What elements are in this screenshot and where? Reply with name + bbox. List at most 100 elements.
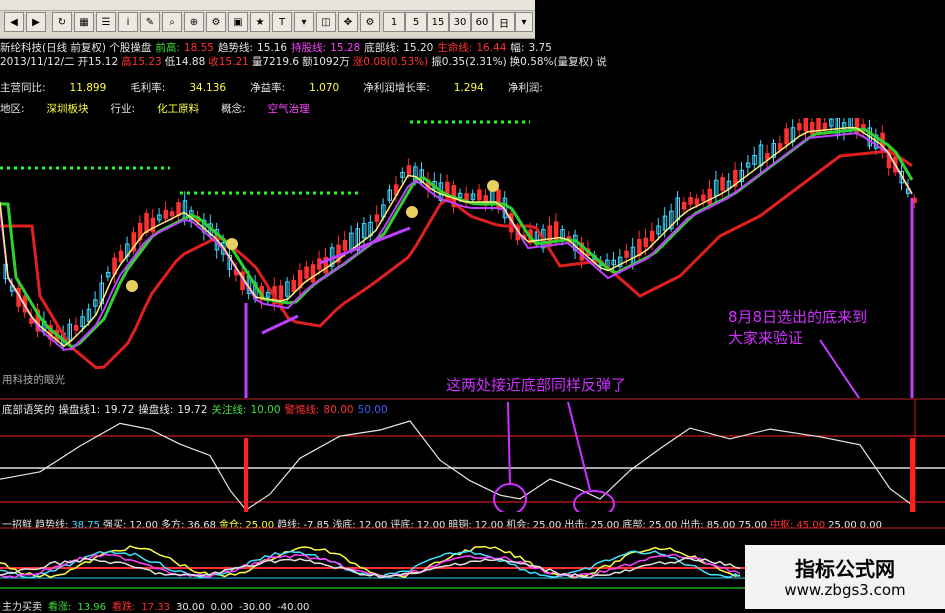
legend-item: 11.899 [69,82,107,94]
legend-item: 1.070 [309,82,340,94]
annotation-arrow [507,401,511,485]
annotation-right-line2: 大家来验证 [728,329,804,347]
back-icon[interactable]: ◀ [4,12,24,32]
legend-item: 换0.58%(量复权) [509,56,594,68]
legend-item: 15.28 [330,42,361,54]
candle-body [176,202,181,216]
bottom-indicator-legend: 主力买卖 看涨: 13.96 看跌: 17.33 30.00 0.00 -30.00 -40.0… [2,598,315,613]
candle-body [688,197,693,205]
legend-item: 操盘线: [138,404,174,416]
legend-item: 1.294 [453,82,484,94]
legend-item: 底部语笑的 [2,404,55,416]
signal-bar [910,438,915,512]
signal-bar [244,438,248,512]
legend-item: 看跌: [112,602,136,613]
legend-item: 50.00 [357,404,388,416]
oscillator-legend: 底部语笑的 操盘线1: 19.72 操盘线: 19.72 关注线: 10.00 警惕线: 80.… [2,402,392,416]
legend-item: 幅: [510,42,525,54]
candle-body [809,122,815,135]
legend-item: 新纶科技(日线 前复权) 个股操盘 [0,42,152,54]
candle-body [707,188,712,205]
candle-body [406,165,412,175]
list-icon[interactable]: ☰ [96,12,116,32]
period-5-button[interactable]: 5 [405,12,427,32]
candle-body [643,237,648,248]
oscillator-line [0,420,913,511]
period-15-button[interactable]: 15 [427,12,449,32]
candle-body [784,128,789,145]
refresh-icon[interactable]: ↻ [52,12,72,32]
search-icon[interactable]: ⌕ [162,12,182,32]
candle-body [681,201,687,210]
sector-row: 地区: 深圳板块 行业: 化工原料 概念: 空气治理 [0,101,332,115]
tool-icon[interactable]: ⚙ [206,12,226,32]
period-day-button[interactable]: 日 [493,12,515,32]
legend-item: 2013/11/12/二 [0,56,75,68]
draw-icon[interactable]: ✎ [140,12,160,32]
legend-item: 净利润: [507,82,543,94]
legend-item: 操盘线1: [58,404,101,416]
legend-item: 15.20 [403,42,434,54]
candle-body [150,217,156,233]
legend-item: 地区: [0,103,25,115]
legend-item: 警惕线: [284,404,320,416]
dropdown-icon[interactable]: ▾ [515,12,533,32]
legend-item: 19.72 [104,404,135,416]
text-icon[interactable]: T [272,12,292,32]
move-icon[interactable]: ✥ [338,12,358,32]
forward-icon[interactable]: ▶ [26,12,46,32]
candle-body [720,177,725,191]
save-icon[interactable]: ▾ [294,12,314,32]
top-toolbar: ◀ ▶ ↻ ▦ ☰ i ✎ ⌕ ⊕ ⚙ ▣ ★ T ▾ ◫ ✥ ⚙ 1 5 15… [0,0,535,39]
signal-stroke [319,226,411,265]
candle-body [304,266,309,279]
legend-item: 低14.88 [164,56,206,68]
legend-item: 底部线: [364,42,400,54]
legend-item: 收15.21 [208,56,249,68]
slogan-label: 用科技的眼光 [2,374,65,386]
candle-body [694,198,700,206]
legend-item: 34.136 [189,82,227,94]
settings-icon[interactable]: ⚙ [360,12,380,32]
info-icon[interactable]: i [118,12,138,32]
chart-icon[interactable]: ▦ [74,12,94,32]
candle-body [291,279,296,293]
quote-header-row1: 新纶科技(日线 前复权) 个股操盘 前高: 18.55 趋势线: 15.16 持股线: 15… [0,40,556,54]
smiley-icon [487,180,499,192]
legend-item: 3.75 [528,42,552,54]
legend-item: 深圳板块 [46,103,89,115]
smiley-icon [226,238,238,250]
grid-icon[interactable]: ▣ [228,12,248,32]
legend-item: 行业: [110,103,136,115]
candle-body [374,214,380,222]
fundamentals-row: 主营同比: 11.899 毛利率: 34.136 净益率: 1.070 净利润增长率: 1.2… [0,80,567,94]
period-30-button[interactable]: 30 [449,12,471,32]
zoom-icon[interactable]: ⊕ [184,12,204,32]
candle-body [342,239,348,251]
legend-item: 16.44 [476,42,507,54]
quote-header-row2: 2013/11/12/二 开15.12 高15.23 低14.88 收15.21 量721… [0,54,610,68]
legend-item: 生命线: [437,42,473,54]
menu-bar [0,0,535,11]
candlestick-chart[interactable] [0,118,945,398]
window-icon[interactable]: ◫ [316,12,336,32]
candle-body [649,230,655,242]
legend-item: 30.00 [176,602,205,613]
candle-body [73,324,79,331]
annotation-right-line1: 8月8日选出的底来到 [728,308,868,326]
mark-icon[interactable]: ★ [250,12,270,32]
legend-item: 17.33 [141,602,171,613]
legend-item: 净利润增长率: [363,82,430,94]
site-watermark: 指标公式网 www.zbgs3.com [745,545,945,609]
legend-item: 毛利率: [130,82,166,94]
legend-item: 化工原料 [157,103,200,115]
legend-item: 看涨: [48,602,72,613]
legend-item: 主力买卖 [2,602,42,613]
period-1-button[interactable]: 1 [383,12,405,32]
period-60-button[interactable]: 60 [471,12,493,32]
legend-item: -30.00 [238,602,272,613]
legend-item: 额1092万 [302,56,350,68]
candle-body [624,250,629,258]
legend-item: 10.00 [250,404,281,416]
legend-item: 高15.23 [121,56,162,68]
